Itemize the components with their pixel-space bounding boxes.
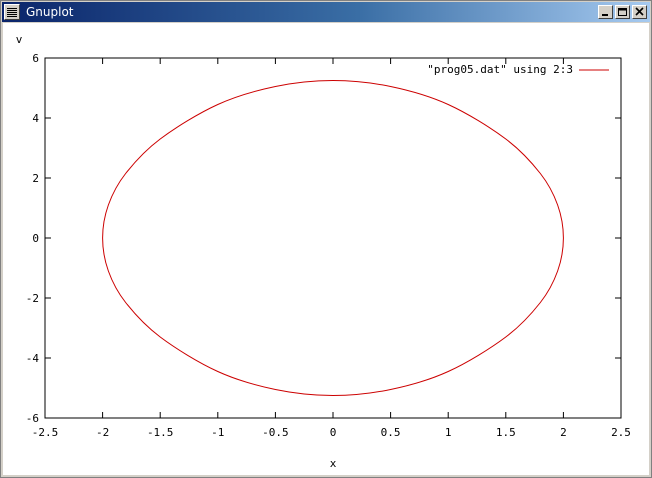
x-tick-label: -1.5	[147, 426, 174, 439]
y-tick-label: 4	[32, 112, 39, 125]
series-line	[102, 80, 564, 397]
title-bar[interactable]: Gnuplot	[2, 2, 650, 22]
minimize-button[interactable]	[598, 5, 613, 19]
minimize-icon	[602, 14, 608, 16]
gnuplot-window: Gnuplot -2.5 -2 -1.5 -1 -0.5 0 0.5 1 1.5 2 2.5 -6 -…	[0, 0, 652, 478]
maximize-icon	[618, 8, 627, 16]
x-tick-label: -0.5	[262, 426, 289, 439]
close-button[interactable]	[632, 5, 647, 19]
x-tick-label: -1	[211, 426, 224, 439]
plot-border	[44, 57, 622, 419]
y-tick-label: -6	[26, 412, 39, 425]
x-tick-label: -2	[96, 426, 109, 439]
x-tick-label: 2.5	[611, 426, 631, 439]
y-tick-label: -4	[26, 352, 40, 365]
x-tick-label: 1	[445, 426, 452, 439]
y-tick-label: 2	[32, 172, 39, 185]
x-tick-label: 0.5	[381, 426, 401, 439]
y-tick-label: 6	[32, 52, 39, 65]
phase-plot: -2.5 -2 -1.5 -1 -0.5 0 0.5 1 1.5 2 2.5 -6-4-20246 …	[16, 33, 631, 470]
x-tick-label: 1.5	[496, 426, 516, 439]
window-menu-icon[interactable]	[4, 4, 20, 20]
legend-entry-label: "prog05.dat" using 2:3	[427, 63, 573, 76]
x-tick-label: 0	[330, 426, 337, 439]
y-tick-label: -2	[26, 292, 39, 305]
window-title: Gnuplot	[26, 5, 74, 19]
close-icon	[635, 7, 644, 16]
maximize-button[interactable]	[615, 5, 630, 19]
x-tick-label: -2.5	[32, 426, 59, 439]
x-tick-label: 2	[560, 426, 567, 439]
y-tick-label: 0	[32, 232, 39, 245]
plot-area: -2.5 -2 -1.5 -1 -0.5 0 0.5 1 1.5 2 2.5 -6 -4 -2 0 2 4 6 …	[3, 23, 649, 475]
y-axis-label: v	[16, 33, 23, 46]
x-axis-label: x	[330, 457, 337, 470]
